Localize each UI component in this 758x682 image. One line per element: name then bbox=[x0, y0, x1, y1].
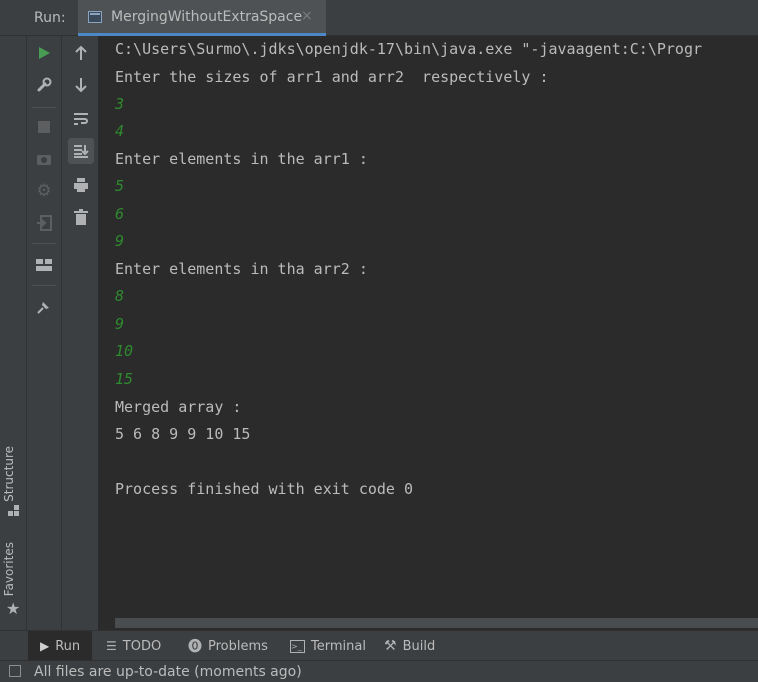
run-toolwindow-header: Run: MergingWithoutExtraSpace × bbox=[0, 0, 758, 36]
layout-icon bbox=[36, 259, 52, 271]
close-tab-icon[interactable]: × bbox=[301, 8, 313, 24]
soft-wrap-icon bbox=[74, 113, 88, 125]
console-output[interactable]: C:\Users\Surmo\.jdks\openjdk-17\bin\java… bbox=[99, 36, 758, 630]
bottom-tool-window-bar: ▶ Run ☰ TODO ⓿ Problems >_ Terminal ⚒ Bu… bbox=[0, 630, 758, 661]
play-icon bbox=[39, 47, 50, 59]
soft-wrap-button[interactable] bbox=[68, 106, 94, 132]
exit-icon bbox=[37, 215, 52, 231]
layout-button[interactable] bbox=[31, 252, 57, 278]
console-input-line: 3 bbox=[115, 95, 125, 113]
tab-todo[interactable]: ☰ TODO bbox=[106, 631, 161, 661]
console-input-line: 4 bbox=[115, 122, 125, 140]
console-line: Enter elements in tha arr2 : bbox=[115, 260, 368, 278]
favorites-tab-label: Favorites bbox=[2, 542, 16, 597]
edit-configuration-button[interactable] bbox=[31, 72, 57, 98]
rerun-button[interactable] bbox=[31, 40, 57, 66]
tab-title: MergingWithoutExtraSpace bbox=[111, 9, 303, 25]
console-input-line: 15 bbox=[115, 370, 134, 388]
tab-build[interactable]: ⚒ Build bbox=[384, 631, 435, 661]
console-input-line: 9 bbox=[115, 232, 125, 250]
tab-terminal[interactable]: >_ Terminal bbox=[290, 631, 366, 661]
print-button[interactable] bbox=[68, 172, 94, 198]
status-message: All files are up-to-date (moments ago) bbox=[34, 664, 302, 680]
tab-terminal-label: Terminal bbox=[311, 638, 366, 654]
console-input-line: 8 bbox=[115, 287, 125, 305]
dump-threads-button[interactable] bbox=[31, 146, 57, 172]
camera-icon bbox=[37, 155, 51, 165]
pin-icon bbox=[37, 302, 49, 314]
console-input-line: 9 bbox=[115, 315, 125, 333]
trash-icon bbox=[74, 209, 88, 225]
toolbar-separator bbox=[32, 107, 56, 108]
structure-tab-label: Structure bbox=[2, 446, 16, 502]
exit-button[interactable] bbox=[31, 210, 57, 236]
tab-todo-label: TODO bbox=[122, 638, 162, 654]
pin-tab-button[interactable] bbox=[31, 294, 57, 320]
stop-icon bbox=[38, 121, 50, 133]
console-actions-toolbar bbox=[62, 36, 99, 630]
tab-build-label: Build bbox=[402, 638, 436, 654]
warning-circle-icon: ⓿ bbox=[188, 639, 202, 655]
scroll-down-button[interactable] bbox=[68, 72, 94, 98]
arrow-down-icon bbox=[75, 78, 87, 93]
toolbar-separator bbox=[32, 285, 56, 286]
scroll-up-button[interactable] bbox=[68, 40, 94, 66]
scroll-to-end-icon bbox=[74, 145, 89, 158]
play-icon: ▶ bbox=[40, 639, 50, 653]
wrench-icon bbox=[37, 77, 52, 92]
stop-button[interactable] bbox=[31, 114, 57, 140]
console-line: Process finished with exit code 0 bbox=[115, 480, 414, 498]
settings-button[interactable]: ⚙ bbox=[31, 178, 57, 204]
hammer-icon: ⚒ bbox=[384, 638, 397, 654]
star-icon: ★ bbox=[6, 599, 21, 618]
scroll-to-end-button[interactable] bbox=[68, 138, 94, 164]
tab-problems-label: Problems bbox=[208, 638, 268, 654]
window-icon[interactable] bbox=[9, 665, 21, 677]
status-bar: All files are up-to-date (moments ago) bbox=[0, 660, 758, 682]
console-line: Enter elements in the arr1 : bbox=[115, 150, 368, 168]
gear-icon: ⚙ bbox=[36, 181, 52, 201]
console-input-line: 10 bbox=[115, 342, 134, 360]
tab-run-label: Run bbox=[55, 638, 81, 654]
console-line: 5 6 8 9 9 10 15 bbox=[115, 425, 251, 443]
printer-icon bbox=[74, 178, 88, 192]
tab-run[interactable]: ▶ Run bbox=[28, 631, 92, 661]
left-tool-stripe: Structure Favorites ★ bbox=[0, 36, 27, 630]
tab-problems[interactable]: ⓿ Problems bbox=[188, 631, 268, 661]
clear-all-button[interactable] bbox=[68, 204, 94, 230]
horizontal-scrollbar[interactable] bbox=[115, 618, 758, 628]
toolbar-separator bbox=[32, 243, 56, 244]
structure-icon bbox=[8, 502, 20, 516]
favorites-tab[interactable]: Favorites bbox=[2, 542, 16, 596]
structure-tab[interactable]: Structure bbox=[2, 446, 16, 502]
console-line: Enter the sizes of arr1 and arr2 respect… bbox=[115, 68, 549, 86]
console-input-line: 5 bbox=[115, 177, 125, 195]
arrow-up-icon bbox=[75, 45, 87, 60]
console-line: Merged array : bbox=[115, 398, 242, 416]
list-icon: ☰ bbox=[106, 639, 117, 653]
run-label: Run: bbox=[34, 10, 66, 26]
tab-merging-without-extra-space[interactable]: MergingWithoutExtraSpace × bbox=[78, 0, 326, 36]
console-input-line: 6 bbox=[115, 205, 125, 223]
terminal-icon: >_ bbox=[290, 639, 305, 653]
console-line: C:\Users\Surmo\.jdks\openjdk-17\bin\java… bbox=[115, 40, 702, 58]
console-window-icon bbox=[88, 11, 102, 23]
run-actions-toolbar: ⚙ bbox=[27, 36, 62, 630]
